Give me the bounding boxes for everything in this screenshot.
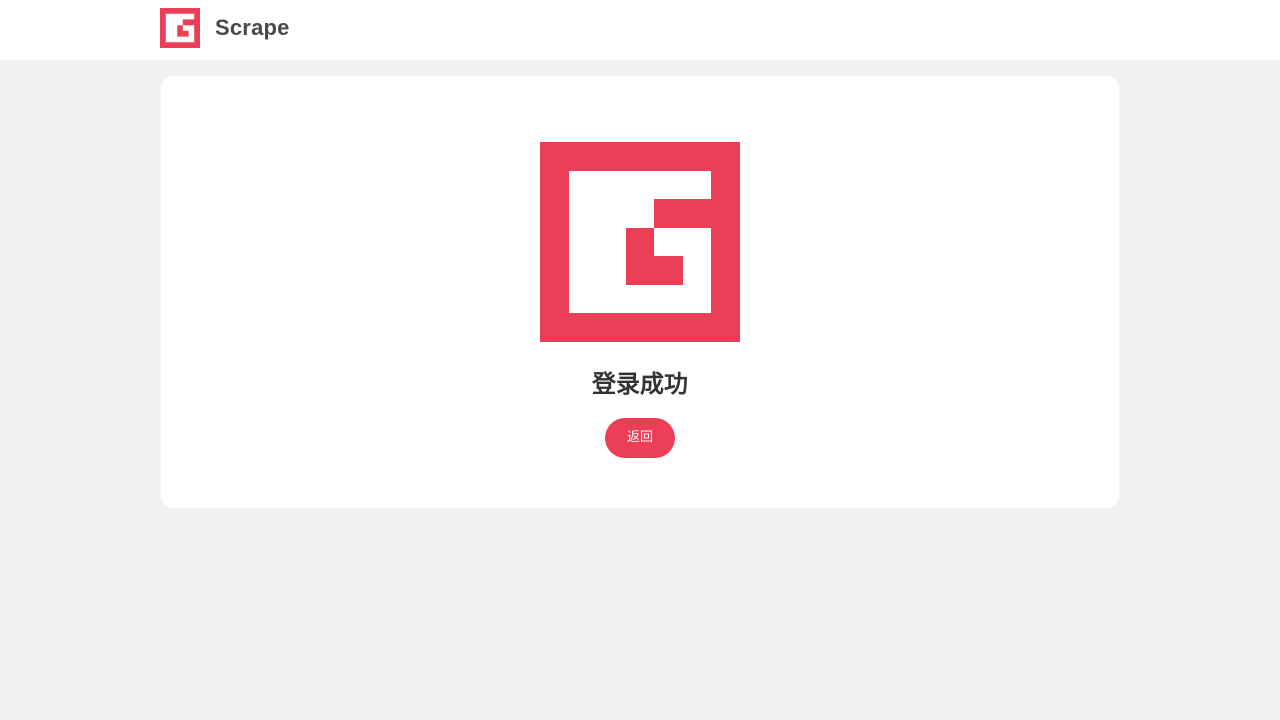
login-success-title: 登录成功	[592, 370, 688, 398]
scrape-logo-icon	[540, 142, 740, 342]
scrape-logo-icon	[160, 8, 200, 48]
content-card: 登录成功 返回	[161, 76, 1119, 508]
brand-home-link[interactable]: Scrape	[160, 8, 290, 48]
top-header: Scrape	[0, 0, 1280, 60]
back-button[interactable]: 返回	[605, 418, 675, 458]
brand-title: Scrape	[215, 15, 290, 40]
